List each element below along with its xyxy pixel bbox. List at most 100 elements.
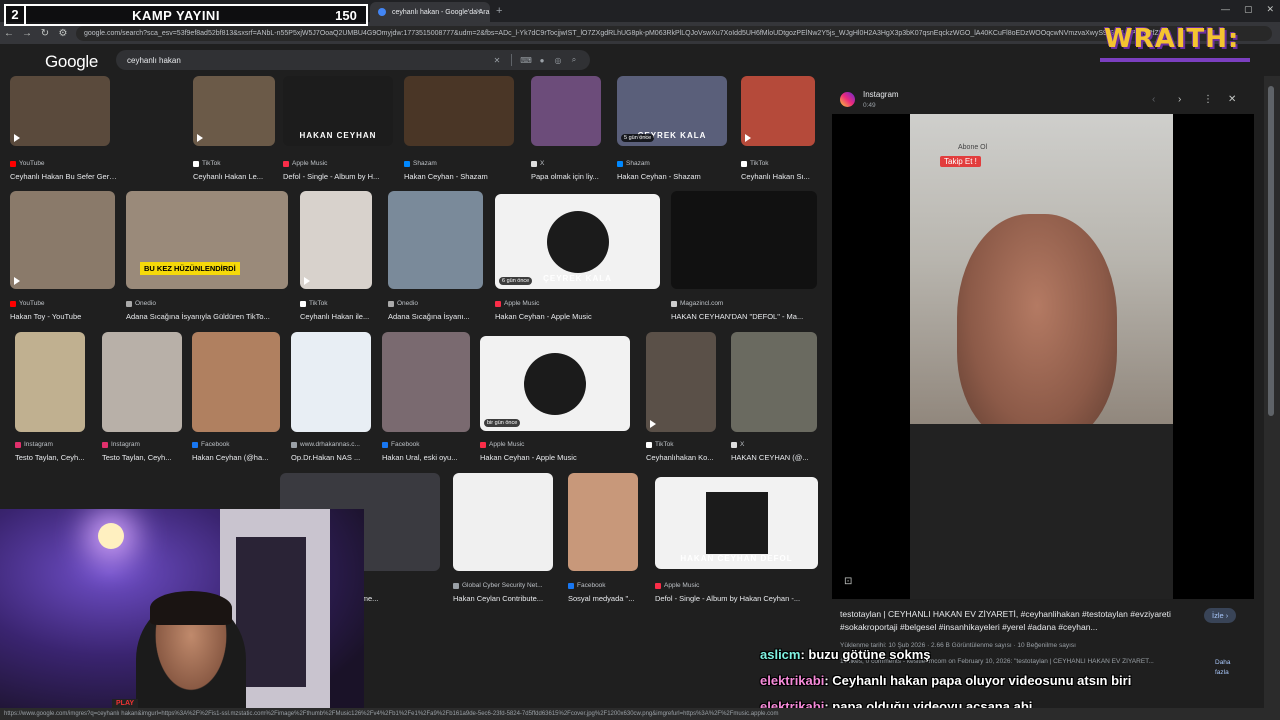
lens-icon[interactable]: ◎ <box>550 56 566 65</box>
result-thumbnail[interactable] <box>382 332 470 432</box>
result-thumbnail[interactable] <box>404 76 514 146</box>
result-thumbnail[interactable]: ÇEYREK KALA 6 gün önce <box>495 194 660 289</box>
result-thumbnail[interactable] <box>453 473 553 571</box>
result-thumbnail[interactable] <box>102 332 182 432</box>
tab-google-search[interactable]: ceyhanlı hakan - Google'da Ara ✕ <box>370 2 490 22</box>
result-caption[interactable]: Defol - Single - Album by Hakan Ceyhan -… <box>655 594 818 603</box>
result-source[interactable]: YouTube <box>10 300 45 307</box>
result-source[interactable]: X <box>531 160 544 167</box>
next-result-icon[interactable]: › <box>1178 94 1181 105</box>
result-source[interactable]: Magazincl.com <box>671 300 723 307</box>
clear-icon[interactable]: ✕ <box>489 56 505 65</box>
close-panel-icon[interactable]: ✕ <box>1228 94 1236 105</box>
play-icon <box>650 420 656 428</box>
result-caption[interactable]: Hakan Toy - YouTube <box>10 312 120 321</box>
preview-description[interactable]: testotaylan | CEYHANLI HAKAN EV ZİYARETİ… <box>840 608 1200 634</box>
result-thumbnail[interactable] <box>731 332 817 432</box>
forward-icon[interactable]: → <box>18 28 36 39</box>
result-caption[interactable]: Adana Sıcağına İsyanıyla Güldüren TikTo.… <box>126 312 288 321</box>
more-options-icon[interactable]: ⋮ <box>1203 94 1213 105</box>
chat-user: elektrikabi <box>760 673 825 688</box>
result-source[interactable]: Apple Music <box>495 300 539 307</box>
search-input[interactable]: ceyhanlı hakan <box>127 56 489 65</box>
close-window-icon[interactable]: ✕ <box>1266 4 1274 15</box>
result-thumbnail[interactable] <box>741 76 815 146</box>
result-thumbnail[interactable] <box>531 76 601 146</box>
prev-result-icon[interactable]: ‹ <box>1152 94 1155 105</box>
result-source[interactable]: TikTok <box>193 160 221 167</box>
result-thumbnail[interactable]: BU KEZ HÜZÜNLENDİRDİ <box>126 191 288 289</box>
result-source[interactable]: Onedio <box>126 300 156 307</box>
back-icon[interactable]: ← <box>0 28 18 39</box>
result-caption[interactable]: Hakan Ceylan Contribute... <box>453 594 563 603</box>
preview-source[interactable]: Instagram <box>863 90 899 99</box>
result-source[interactable]: www.drhakannas.c... <box>291 441 360 448</box>
google-logo[interactable]: Google <box>45 52 98 72</box>
result-thumbnail[interactable] <box>15 332 85 432</box>
close-tab-icon[interactable]: ✕ <box>475 7 482 16</box>
result-source[interactable]: Apple Music <box>655 582 699 589</box>
microphone-icon[interactable]: ● <box>534 56 550 65</box>
result-thumbnail[interactable] <box>646 332 716 432</box>
lens-search-icon[interactable]: ⊡ <box>844 576 852 587</box>
result-thumbnail[interactable] <box>388 191 483 289</box>
watch-button[interactable]: İzle › <box>1204 608 1237 623</box>
result-source[interactable]: TikTok <box>300 300 328 307</box>
stream-title-overlay: 2 KAMP YAYINI 150 <box>4 4 368 26</box>
new-tab-icon[interactable]: + <box>496 5 502 17</box>
search-icon[interactable]: ⌕ <box>566 55 582 65</box>
result-caption[interactable]: Hakan Ceyhan (@ha... <box>192 453 302 462</box>
site-info-icon[interactable]: ⚙ <box>54 28 72 39</box>
result-caption[interactable]: Hakan Ceyhan - Shazam <box>404 172 514 181</box>
result-thumbnail[interactable]: HAKAN CEYHAN <box>283 76 393 146</box>
result-thumbnail[interactable] <box>671 191 817 289</box>
result-thumbnail[interactable] <box>192 332 280 432</box>
result-caption[interactable]: Defol - Single - Album by H... <box>283 172 393 181</box>
result-source[interactable]: TikTok <box>741 160 769 167</box>
source-label: Facebook <box>391 441 420 448</box>
source-icon <box>102 441 108 448</box>
result-source[interactable]: Facebook <box>382 441 420 448</box>
result-caption[interactable]: Ceyhanlı Hakan Sı... <box>741 172 830 181</box>
result-source[interactable]: Instagram <box>102 441 140 448</box>
result-source[interactable]: Facebook <box>568 582 606 589</box>
result-source[interactable]: X <box>731 441 744 448</box>
result-caption[interactable]: Adana Sıcağına İsyanı... <box>388 312 498 321</box>
result-thumbnail[interactable] <box>291 332 371 432</box>
result-thumbnail[interactable]: HAKAN CEYHAN DEFOL <box>655 477 818 569</box>
result-thumbnail[interactable]: bir gün önce <box>480 336 630 431</box>
page-scrollbar[interactable] <box>1264 76 1280 720</box>
result-thumbnail[interactable] <box>193 76 275 146</box>
result-thumbnail[interactable] <box>10 76 110 146</box>
result-source[interactable]: Shazam <box>617 160 650 167</box>
result-thumbnail[interactable] <box>300 191 372 289</box>
result-source[interactable]: Facebook <box>192 441 230 448</box>
result-caption[interactable]: Hakan Ceyhan - Apple Music <box>495 312 660 321</box>
result-thumbnail[interactable] <box>10 191 115 289</box>
result-caption[interactable]: Ceyhanlı Hakan Bu Sefer Gerçekten YANDI.… <box>10 172 120 181</box>
result-thumbnail[interactable] <box>568 473 638 571</box>
result-thumbnail[interactable]: ÇEYREK KALA 5 gün önce <box>617 76 727 146</box>
source-icon <box>495 300 501 307</box>
result-source[interactable]: Apple Music <box>283 160 327 167</box>
reload-icon[interactable]: ↻ <box>36 28 54 39</box>
url-input[interactable]: google.com/search?sca_esv=53f9ef8ad52bf8… <box>76 25 1272 41</box>
result-source[interactable]: TikTok <box>646 441 674 448</box>
result-source[interactable]: YouTube <box>10 160 45 167</box>
keyboard-icon[interactable]: ⌨ <box>518 56 534 65</box>
search-box[interactable]: ceyhanlı hakan ✕ ⌨ ● ◎ ⌕ <box>116 50 590 70</box>
result-source[interactable]: Shazam <box>404 160 437 167</box>
scrollbar-thumb[interactable] <box>1268 86 1274 416</box>
minimize-icon[interactable]: — <box>1221 4 1230 15</box>
result-caption[interactable]: HAKAN CEYHAN (@... <box>731 453 830 462</box>
preview-image[interactable]: Abone Ol Takip Et ! ⊡ <box>832 114 1254 599</box>
result-caption[interactable]: Hakan Ceyhan - Apple Music <box>480 453 630 462</box>
result-caption[interactable]: HAKAN CEYHAN'DAN "DEFOL" - Ma... <box>671 312 817 321</box>
result-source[interactable]: Global Cyber Security Net... <box>453 582 543 589</box>
maximize-icon[interactable]: ▢ <box>1244 4 1253 15</box>
result-source[interactable]: Apple Music <box>480 441 524 448</box>
result-caption[interactable]: Hakan Ceyhan - Shazam <box>617 172 727 181</box>
result-source[interactable]: Onedio <box>388 300 418 307</box>
result-source[interactable]: Instagram <box>15 441 53 448</box>
result-caption[interactable]: Hakan Ural, eski oyu... <box>382 453 492 462</box>
